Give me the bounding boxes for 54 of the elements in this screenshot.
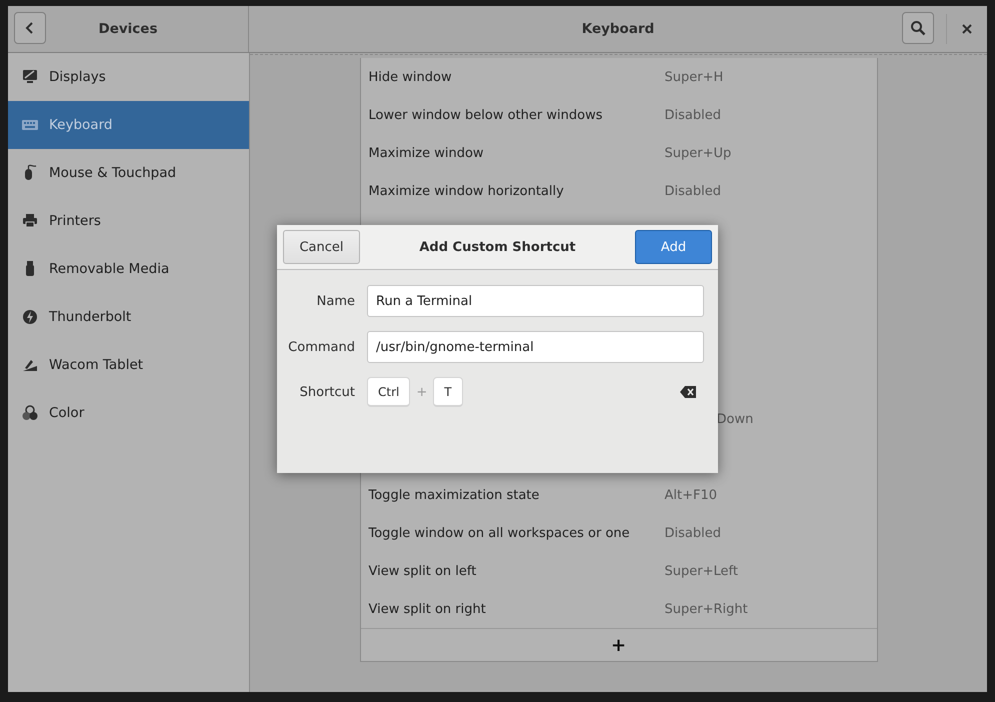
sidebar-item[interactable]: Keyboard: [8, 101, 249, 149]
shortcut-row[interactable]: Hide window Super+H: [360, 58, 876, 96]
shortcut-accel: Super+H: [664, 70, 724, 84]
field-label: Shortcut: [298, 384, 355, 400]
sidebar-item[interactable]: Mouse & Touchpad: [8, 149, 249, 197]
dialog-title: Add Custom Shortcut: [418, 240, 577, 254]
input-field[interactable]: Run a Terminal: [367, 285, 704, 317]
search-button[interactable]: [902, 12, 934, 44]
shortcut-name: Toggle window on all workspaces or one: [368, 526, 630, 540]
sidebar-item[interactable]: Wacom Tablet: [8, 341, 249, 389]
shortcut-name: Toggle maximization state: [368, 488, 540, 502]
backspace-icon[interactable]: [680, 386, 696, 398]
shortcut-name: View split on right: [368, 602, 486, 616]
add-shortcut-button[interactable]: +: [610, 634, 626, 656]
shortcut-accel: Super+Up: [664, 146, 732, 160]
lightning-icon: [21, 308, 39, 326]
shortcut-row[interactable]: Maximize window Super+Up: [360, 134, 876, 172]
shortcut-accel: Super+Right: [664, 602, 748, 616]
sidebar-title: Devices: [98, 21, 158, 37]
shortcut-accel: Disabled: [664, 526, 721, 540]
shortcut-accel: Disabled: [664, 108, 721, 122]
shortcut-name: Hide window: [368, 70, 452, 84]
input-field[interactable]: /usr/bin/gnome-terminal: [367, 331, 704, 363]
panel-title: Keyboard: [580, 21, 656, 37]
shortcut-name: Maximize window: [368, 146, 484, 160]
color-circles-icon: [21, 404, 39, 422]
shortcut-accel: Down: [716, 412, 754, 426]
search-icon: [910, 20, 926, 36]
shortcut-row[interactable]: View split on right Super+Right: [360, 590, 876, 628]
add-button[interactable]: Add: [635, 230, 712, 264]
field-label: Name: [316, 294, 355, 308]
plus-sign: +: [416, 384, 428, 400]
shortcut-accel: Super+Left: [664, 564, 738, 578]
shortcut-name: View split on left: [368, 564, 476, 578]
shortcut-row[interactable]: Lower window below other windows Disabled: [360, 96, 876, 134]
shortcut-name: Lower window below other windows: [368, 108, 602, 122]
key-cap: Ctrl: [367, 377, 410, 407]
key-cap: T: [433, 377, 463, 407]
sidebar-item[interactable]: Displays: [8, 53, 249, 101]
sidebar-item[interactable]: Printers: [8, 197, 249, 245]
shortcut-row[interactable]: Toggle maximization state Alt+F10: [360, 476, 876, 514]
shortcut-name: Maximize window horizontally: [368, 184, 564, 198]
shortcut-row[interactable]: Maximize window horizontally Disabled: [360, 172, 876, 210]
shortcut-row[interactable]: View split on left Super+Left: [360, 552, 876, 590]
shortcut-row[interactable]: Toggle window on all workspaces or one Disabled: [360, 514, 876, 552]
back-button[interactable]: [14, 12, 46, 44]
cancel-button[interactable]: Cancel: [283, 230, 360, 264]
shortcut-accel: Disabled: [664, 184, 721, 198]
field-label: Command: [287, 340, 355, 354]
display-icon: [21, 68, 39, 86]
sidebar-item[interactable]: Thunderbolt: [8, 293, 249, 341]
sidebar-item[interactable]: Color: [8, 389, 249, 437]
sidebar-item[interactable]: Removable Media: [8, 245, 249, 293]
shortcut-accel: Alt+F10: [664, 488, 718, 502]
